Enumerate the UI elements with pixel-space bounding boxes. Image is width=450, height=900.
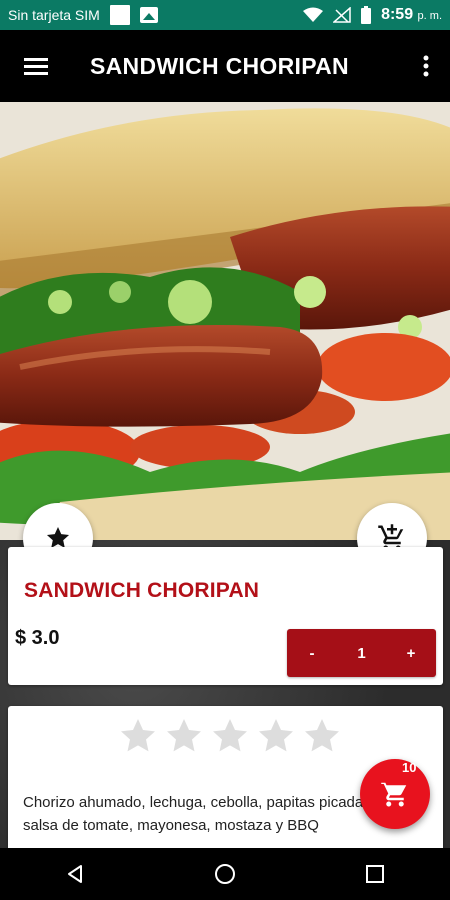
battery-icon bbox=[361, 6, 372, 24]
more-vert-icon bbox=[423, 55, 429, 77]
shopping-cart-icon bbox=[381, 781, 407, 807]
rating-stars[interactable] bbox=[118, 716, 342, 756]
increase-quantity-button[interactable]: + bbox=[386, 645, 436, 662]
rating-star-icon[interactable] bbox=[302, 716, 342, 756]
product-image bbox=[0, 102, 450, 540]
no-signal-icon bbox=[333, 7, 351, 23]
quantity-stepper: - 1 + bbox=[287, 629, 436, 677]
wifi-icon bbox=[303, 7, 324, 22]
rating-star-icon[interactable] bbox=[210, 716, 250, 756]
cart-button[interactable] bbox=[360, 759, 430, 829]
status-bar: Sin tarjeta SIM 8:59 p. m. bbox=[0, 0, 450, 30]
product-card: SANDWICH CHORIPAN $ 3.0 - 1 + bbox=[8, 547, 443, 685]
system-navigation-bar bbox=[0, 848, 450, 900]
product-description: Chorizo ahumado, lechuga, cebolla, papit… bbox=[23, 794, 375, 834]
carrier-text: Sin tarjeta SIM bbox=[8, 7, 100, 23]
clock-ampm: p. m. bbox=[417, 10, 442, 22]
back-button[interactable] bbox=[45, 848, 105, 900]
menu-button[interactable] bbox=[0, 30, 72, 102]
clock-time: 8:59 bbox=[381, 6, 414, 23]
back-icon bbox=[68, 865, 82, 883]
page-title: SANDWICH CHORIPAN bbox=[90, 52, 349, 79]
recents-button[interactable] bbox=[345, 848, 405, 900]
product-name: SANDWICH CHORIPAN bbox=[24, 579, 260, 602]
recents-icon bbox=[366, 865, 384, 883]
sandwich-illustration bbox=[0, 102, 450, 540]
app-bar: SANDWICH CHORIPAN bbox=[0, 30, 450, 102]
menu-icon bbox=[24, 58, 48, 75]
rating-star-icon[interactable] bbox=[164, 716, 204, 756]
clock: 8:59 p. m. bbox=[381, 6, 442, 24]
home-icon bbox=[215, 864, 235, 884]
rating-star-icon[interactable] bbox=[256, 716, 296, 756]
decrease-quantity-button[interactable]: - bbox=[287, 645, 337, 662]
cart-count-badge: 10 bbox=[402, 760, 417, 775]
notification-icon bbox=[109, 5, 130, 25]
quantity-value: 1 bbox=[357, 644, 366, 662]
rating-star-icon[interactable] bbox=[118, 716, 158, 756]
home-button[interactable] bbox=[195, 848, 255, 900]
image-notification-icon bbox=[139, 7, 158, 23]
product-price: $ 3.0 bbox=[15, 627, 60, 649]
more-options-button[interactable] bbox=[402, 30, 450, 102]
